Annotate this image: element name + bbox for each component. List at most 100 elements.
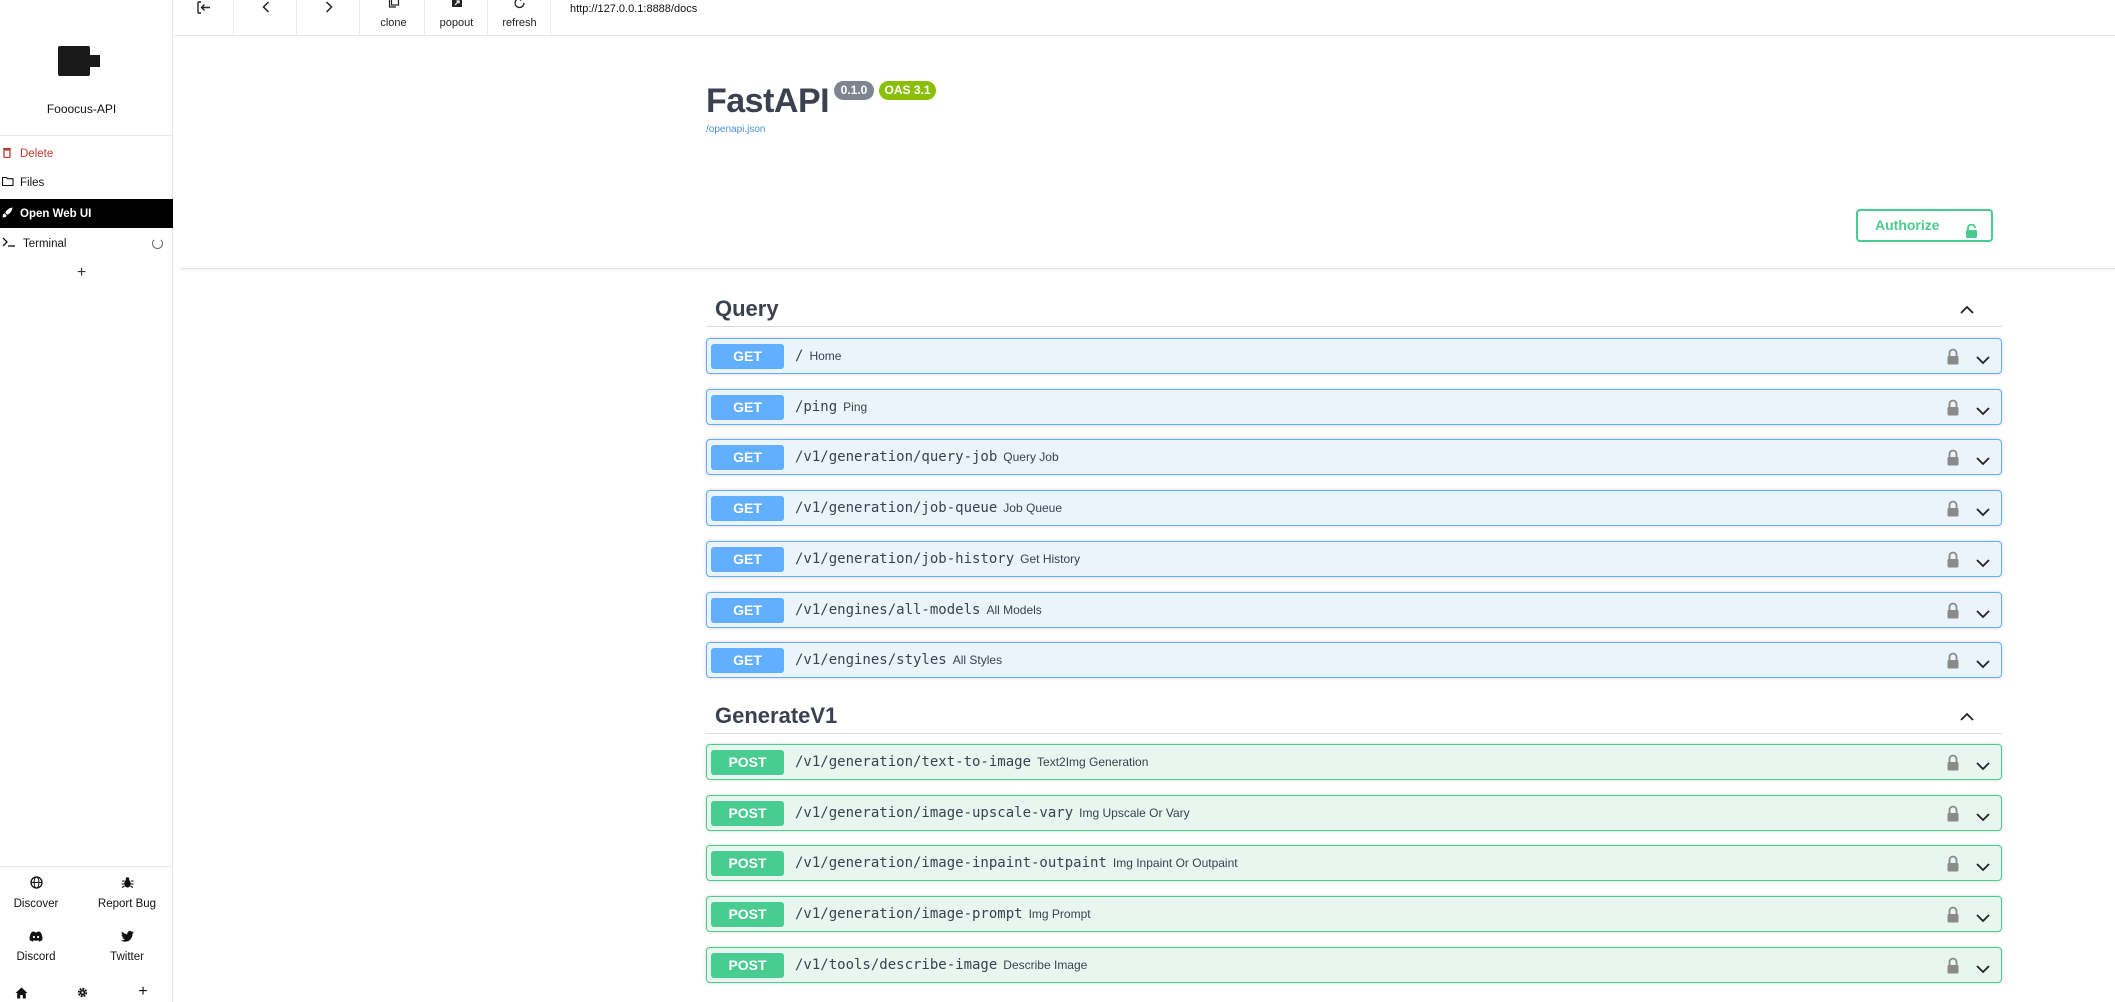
lock-icon[interactable] [1946, 754, 1960, 771]
operation-summary: Img Prompt [1028, 907, 1091, 922]
operation-row[interactable]: GET /v1/generation/job-queue Job Queue [706, 490, 2002, 527]
chevron-down-icon[interactable] [1976, 859, 1990, 872]
lock-icon[interactable] [1946, 652, 1960, 669]
lock-icon[interactable] [1946, 805, 1960, 822]
discord-icon [0, 929, 76, 947]
lock-icon[interactable] [1946, 348, 1960, 365]
tag-title: Query [715, 296, 779, 321]
loading-spinner-icon [152, 238, 163, 249]
home-icon[interactable] [9, 986, 33, 1002]
globe-icon [0, 876, 76, 894]
url-input[interactable]: http://127.0.0.1:8888/docs [570, 3, 697, 15]
chevron-left-icon [235, 0, 296, 16]
operation-path: /ping Ping [795, 390, 867, 425]
operation-row[interactable]: GET /v1/engines/styles All Styles [706, 642, 2002, 679]
sidebar-item-open-web-ui[interactable]: Open Web UI [0, 199, 173, 228]
http-method-badge: GET [711, 394, 784, 420]
oas-badge: OAS 3.1 [879, 81, 936, 100]
http-method-badge: GET [711, 546, 784, 572]
http-method-badge: POST [711, 902, 784, 928]
chevron-down-icon[interactable] [1976, 555, 1990, 568]
sidebar-item-files[interactable]: Files [0, 168, 173, 197]
path-text: /v1/engines/all-models [795, 601, 981, 618]
tag-section-generatev1[interactable]: GenerateV1 [706, 697, 2002, 734]
popout-button[interactable]: popout [426, 0, 488, 36]
chevron-down-icon[interactable] [1976, 606, 1990, 618]
app-name: Fooocus-API [46, 102, 117, 116]
operation-row[interactable]: POST /v1/generation/image-prompt Img Prom… [706, 896, 2002, 933]
operation-summary: Describe Image [1003, 957, 1088, 972]
unlock-icon [1965, 219, 1978, 238]
path-text: /v1/generation/image-upscale-vary [795, 804, 1074, 821]
operation-row[interactable]: POST /v1/tools/describe-image Describe Im… [706, 946, 2002, 983]
exit-button[interactable] [174, 0, 234, 36]
twitter-link[interactable]: Twitter [87, 929, 167, 963]
chevron-down-icon[interactable] [1976, 352, 1990, 365]
chevron-down-icon[interactable] [1976, 656, 1990, 669]
authorize-button[interactable]: Authorize [1856, 209, 1993, 242]
add-item-button[interactable]: + [0, 264, 163, 282]
lock-icon[interactable] [1946, 957, 1960, 974]
plus-icon[interactable]: + [131, 983, 155, 1001]
lock-icon[interactable] [1946, 449, 1960, 466]
chevron-down-icon[interactable] [1976, 809, 1990, 821]
twitter-icon [87, 929, 167, 947]
operation-summary: All Models [986, 602, 1042, 617]
discover-label: Discover [13, 898, 59, 910]
terminal-icon [0, 237, 23, 250]
http-method-badge: GET [711, 445, 784, 471]
operation-row[interactable]: GET /v1/generation/job-history Get Histor… [706, 540, 2002, 577]
operation-row[interactable]: GET /v1/engines/all-models All Models [706, 591, 2002, 628]
discord-link[interactable]: Discord [0, 929, 76, 963]
copy-icon [363, 0, 424, 16]
openapi-json-link[interactable]: /openapi.json [706, 124, 766, 135]
operation-summary: Ping [843, 399, 868, 414]
version-badge: 0.1.0 [834, 81, 874, 100]
chevron-down-icon[interactable] [1976, 403, 1990, 415]
lock-icon[interactable] [1946, 500, 1960, 517]
chevron-down-icon[interactable] [1976, 453, 1990, 466]
refresh-button[interactable]: refresh [489, 0, 551, 36]
operation-path: /v1/generation/image-inpaint-outpaint Img… [795, 846, 1238, 881]
http-method-badge: GET [711, 597, 784, 623]
gear-icon[interactable] [70, 986, 94, 1002]
clone-button[interactable]: clone [363, 0, 425, 36]
browser-toolbar: clone popout refresh http://127.0.0.1:88… [174, 0, 2115, 36]
chevron-down-icon[interactable] [1976, 504, 1990, 517]
operation-row[interactable]: GET /ping Ping [706, 388, 2002, 425]
folder-icon [0, 176, 20, 189]
lock-icon[interactable] [1946, 551, 1960, 568]
lock-icon[interactable] [1946, 399, 1960, 416]
report-bug-link[interactable]: Report Bug [87, 876, 167, 910]
operation-row[interactable]: POST /v1/generation/text-to-image Text2Im… [706, 744, 2002, 780]
path-text: /v1/generation/query-job [795, 449, 998, 466]
chevron-down-icon[interactable] [1976, 758, 1990, 771]
back-button[interactable] [235, 0, 297, 36]
chevron-down-icon[interactable] [1976, 961, 1990, 974]
operation-summary: Home [809, 349, 842, 363]
sidebar: Fooocus-API Delete Files Open Web UI Ter… [0, 0, 173, 1002]
chevron-up-icon[interactable] [1960, 709, 1974, 721]
chevron-down-icon[interactable] [1976, 910, 1990, 923]
path-text: /ping [795, 398, 838, 415]
chevron-up-icon[interactable] [1960, 302, 1974, 314]
lock-icon[interactable] [1946, 602, 1960, 619]
operation-row[interactable]: POST /v1/generation/image-inpaint-outpai… [706, 845, 2002, 882]
operation-summary: Text2Img Generation [1037, 755, 1149, 769]
sidebar-item-terminal[interactable]: Terminal [0, 229, 173, 258]
popout-label: popout [439, 17, 474, 29]
sidebar-item-delete[interactable]: Delete [0, 139, 173, 168]
operation-row[interactable]: GET /v1/generation/query-job Query Job [706, 439, 2002, 476]
operation-row[interactable]: GET / Home [706, 338, 2002, 374]
trash-icon [0, 147, 20, 161]
lock-icon[interactable] [1946, 906, 1960, 923]
rocket-icon [0, 207, 20, 221]
forward-button[interactable] [298, 0, 360, 36]
http-method-badge: POST [711, 750, 784, 775]
tag-section-query[interactable]: Query [706, 290, 2002, 327]
operation-summary: Job Queue [1003, 501, 1063, 516]
lock-icon[interactable] [1946, 855, 1960, 872]
operation-row[interactable]: POST /v1/generation/image-upscale-vary Im… [706, 794, 2002, 831]
path-text: /v1/generation/image-prompt [795, 906, 1023, 923]
discover-link[interactable]: Discover [0, 876, 76, 910]
